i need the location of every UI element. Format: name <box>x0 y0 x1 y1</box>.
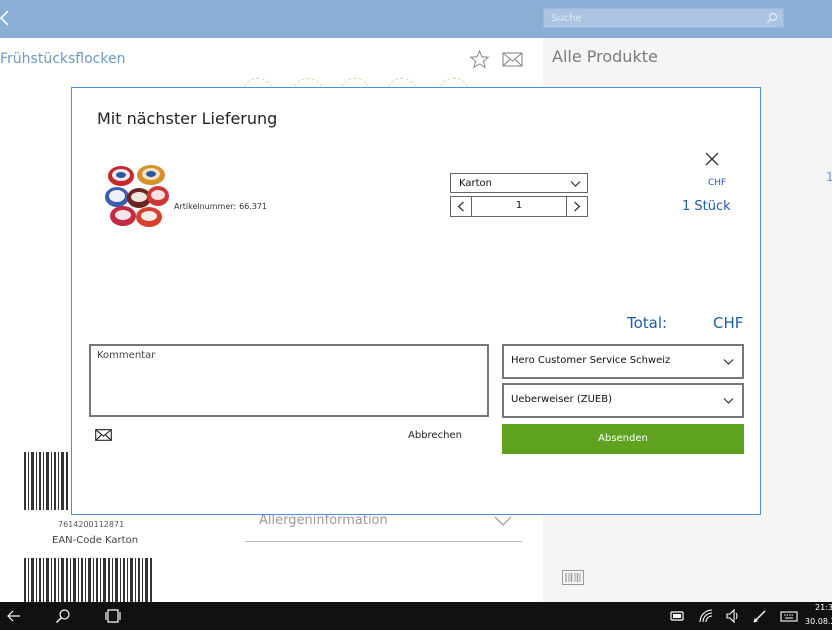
recipient-select-value: Hero Customer Service Schweiz <box>511 355 671 366</box>
total-label: Total: <box>627 314 668 332</box>
product-image <box>105 165 169 227</box>
close-icon[interactable] <box>704 151 720 167</box>
increase-button[interactable] <box>566 197 587 216</box>
quantity-value[interactable]: 1 <box>472 200 566 211</box>
windows-back-icon[interactable] <box>6 608 22 624</box>
barcode-icon[interactable] <box>562 570 584 585</box>
tablet-icon[interactable] <box>669 608 685 624</box>
article-number: Artikelnummer: 66.371 <box>174 202 268 211</box>
cancel-button[interactable]: Abbrechen <box>408 430 462 441</box>
total-currency: CHF <box>713 314 744 332</box>
chevron-down-icon <box>723 359 734 365</box>
pen-icon[interactable] <box>752 608 768 624</box>
clock-date[interactable]: 30.08.2 <box>805 617 832 626</box>
unit-select[interactable]: Karton <box>450 173 588 193</box>
dialog-title: Mit nächster Lieferung <box>97 109 278 128</box>
quantity-stepper: 1 <box>450 196 588 217</box>
chevron-left-icon <box>457 201 464 212</box>
recipient-select[interactable]: Hero Customer Service Schweiz <box>502 344 744 379</box>
unit-select-value: Karton <box>459 178 492 189</box>
ean-number: 7614200112871 <box>58 520 125 529</box>
mail-icon[interactable] <box>502 51 523 68</box>
barcode-image <box>24 452 70 510</box>
forwarder-select[interactable]: Ueberweiser (ZUEB) <box>502 383 744 418</box>
decrease-button[interactable] <box>451 197 472 216</box>
taskbar: 21:3 30.08.2 <box>0 602 832 630</box>
price-currency: CHF <box>708 178 727 188</box>
send-button[interactable]: Absenden <box>502 424 744 454</box>
comment-input[interactable] <box>91 346 487 415</box>
mail-icon[interactable] <box>95 429 112 441</box>
back-chevron-icon[interactable] <box>0 8 16 28</box>
task-view-icon[interactable] <box>105 608 121 624</box>
ean-label: EAN-Code Karton <box>52 535 139 546</box>
search-input[interactable] <box>544 9 762 27</box>
search-box[interactable] <box>543 8 784 28</box>
search-icon[interactable] <box>766 12 778 24</box>
chevron-down-icon[interactable] <box>494 515 512 527</box>
star-icon[interactable] <box>469 49 490 70</box>
chevron-down-icon <box>570 181 581 187</box>
chevron-right-icon <box>574 201 581 212</box>
volume-icon[interactable] <box>725 608 741 624</box>
allergen-expander[interactable]: Allergeninformation <box>259 513 388 528</box>
quantity-summary: 1 Stück <box>682 199 731 214</box>
all-products-heading: Alle Produkte <box>552 47 658 66</box>
keyboard-icon[interactable] <box>780 608 798 624</box>
clock-time[interactable]: 21:3 <box>815 603 832 612</box>
side-number: 1 <box>826 170 832 184</box>
forwarder-select-value: Ueberweiser (ZUEB) <box>511 394 612 405</box>
wifi-icon[interactable] <box>698 608 714 624</box>
comment-box <box>89 344 489 417</box>
product-title: Frühstücksflocken <box>0 51 126 67</box>
cortana-search-icon[interactable] <box>55 608 71 624</box>
divider <box>245 541 522 542</box>
barcode-image <box>24 558 156 602</box>
order-dialog: Mit nächster Lieferung Artikelnummer: 66.… <box>71 87 761 515</box>
top-bar <box>0 0 832 38</box>
chevron-down-icon <box>723 398 734 404</box>
